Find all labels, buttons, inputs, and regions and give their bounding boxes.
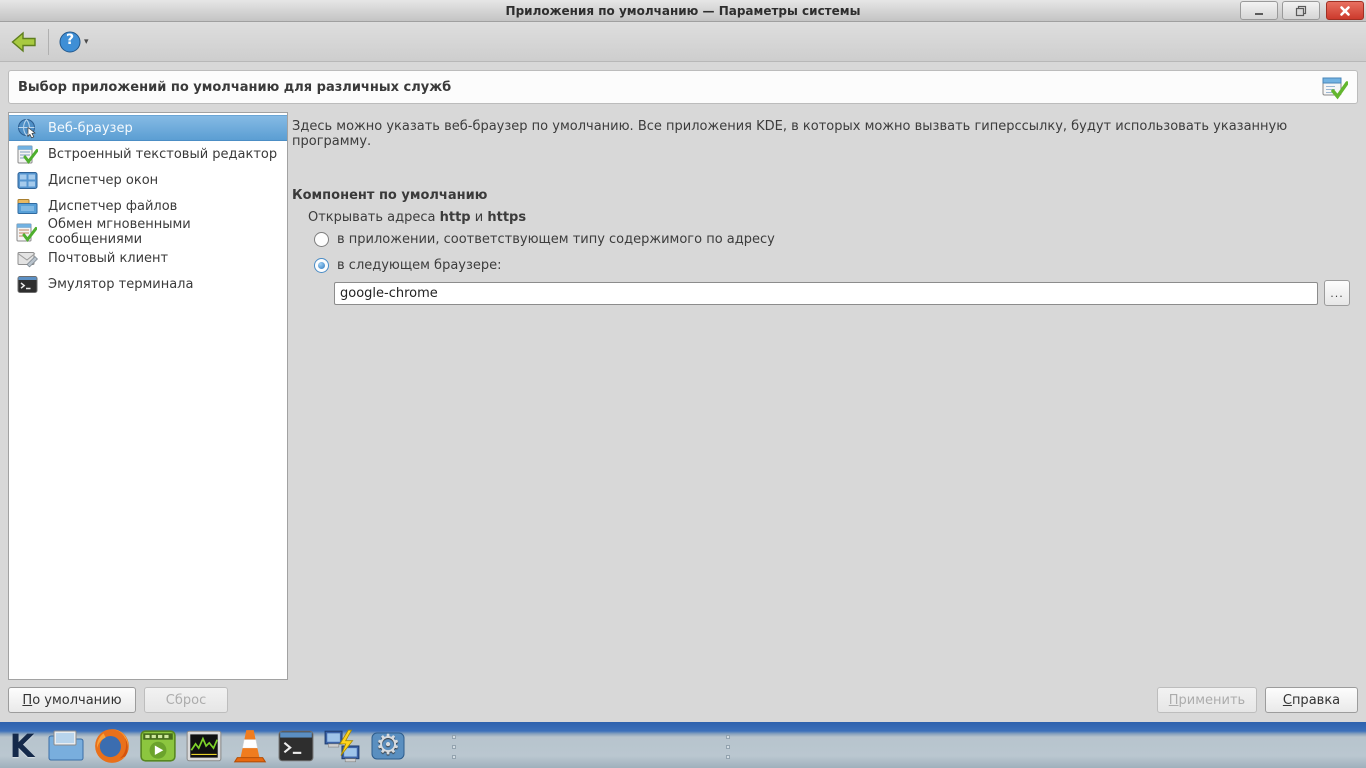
sidebar-item-label: Диспетчер файлов [48, 198, 178, 214]
desktop-screen: Приложения по умолчанию — Параметры сист… [0, 0, 1366, 768]
back-arrow-icon [11, 30, 36, 53]
defaults-mnemonic: П [22, 692, 33, 708]
sidebar-item-label: Эмулятор терминала [48, 276, 194, 292]
mail-client-envelope-icon [16, 247, 38, 269]
sidebar-item-instant-messenger[interactable]: Обмен мгновенными сообщениями [9, 217, 287, 247]
page-header: Выбор приложений по умолчанию для различ… [8, 70, 1358, 104]
section-title: Компонент по умолчанию [292, 188, 488, 203]
and-label: и [470, 210, 488, 225]
file-manager-icon [48, 730, 84, 761]
minimize-icon [1255, 12, 1263, 15]
reset-label: Сброс [165, 692, 207, 708]
sidebar-item-text-editor[interactable]: Встроенный текстовый редактор [9, 141, 287, 167]
defaults-button[interactable]: По умолчанию [8, 687, 136, 713]
gear-icon: ⚙ [375, 728, 401, 761]
help-mnemonic: С [1282, 692, 1292, 708]
https-label: https [487, 210, 527, 225]
module-description: Здесь можно указать веб-браузер по умолч… [292, 119, 1288, 149]
help-footer-button[interactable]: Справка [1265, 687, 1358, 713]
browse-button[interactable]: ... [1324, 280, 1350, 306]
toolbar: ? ▾ [0, 22, 1366, 62]
defaults-rest: о умолчанию [32, 692, 122, 708]
radio-option-mime[interactable]: в приложении, соответствующем типу содер… [314, 232, 775, 247]
file-manager-launcher[interactable] [44, 724, 88, 768]
terminal-launcher[interactable] [274, 724, 318, 768]
maximize-button[interactable] [1282, 1, 1320, 20]
radio-option-browser[interactable]: в следующем браузере: [314, 258, 502, 273]
page-title: Выбор приложений по умолчанию для различ… [18, 79, 452, 95]
terminal-icon [278, 730, 314, 762]
apply-rest: рименить [1178, 692, 1246, 708]
open-addresses-label: Открывать адреса http и https [308, 210, 526, 225]
radio-browser-label: в следующем браузере: [337, 258, 502, 273]
sidebar-item-file-manager[interactable]: Диспетчер файлов [9, 193, 287, 219]
sidebar-item-window-manager[interactable]: Диспетчер окон [9, 167, 287, 193]
remote-connection-launcher[interactable] [320, 724, 364, 768]
system-settings-launcher[interactable]: ⚙ [366, 724, 410, 768]
restore-icon [1295, 5, 1307, 16]
back-button[interactable] [8, 27, 40, 57]
vlc-cone-icon [233, 730, 267, 763]
instant-messenger-check-icon [16, 221, 38, 243]
close-button[interactable] [1326, 1, 1364, 20]
taskbar-panel: K ⚙ [0, 722, 1366, 768]
apply-button: Применить [1157, 687, 1257, 713]
chevron-down-icon: ▾ [84, 36, 89, 47]
terminal-emulator-icon [16, 273, 38, 295]
close-icon [1340, 5, 1350, 16]
toolbar-separator [48, 28, 49, 55]
sidebar-item-label: Веб-браузер [48, 120, 133, 136]
file-manager-folder-icon [16, 195, 38, 217]
window-titlebar[interactable]: Приложения по умолчанию — Параметры сист… [0, 0, 1366, 22]
open-prefix: Открывать адреса [308, 210, 440, 225]
web-browser-globe-icon [16, 117, 38, 139]
text-editor-check-icon [16, 143, 38, 165]
kde-menu-icon: K [9, 727, 35, 765]
minimize-button[interactable] [1240, 1, 1278, 20]
radio-mime-label: в приложении, соответствующем типу содер… [337, 232, 775, 247]
sidebar-item-label: Встроенный текстовый редактор [48, 146, 278, 162]
media-player-launcher[interactable] [136, 724, 180, 768]
help-rest: правка [1291, 692, 1341, 708]
default-applications-icon [1322, 77, 1348, 99]
help-icon: ? [59, 31, 81, 53]
panel-separator-left [452, 735, 456, 759]
vlc-launcher[interactable] [228, 724, 272, 768]
system-monitor-launcher[interactable] [182, 724, 226, 768]
sidebar-item-label: Почтовый клиент [48, 250, 169, 266]
firefox-launcher[interactable] [90, 724, 134, 768]
reset-button: Сброс [144, 687, 228, 713]
radio-checked-icon[interactable] [314, 258, 329, 273]
http-label: http [439, 210, 471, 225]
browser-command-input[interactable] [334, 282, 1318, 305]
panel-separator-right [726, 735, 730, 759]
sidebar-item-mail-client[interactable]: Почтовый клиент [9, 245, 287, 271]
kde-menu-button[interactable]: K [0, 724, 44, 768]
help-button[interactable]: ? ▾ [57, 29, 91, 55]
sidebar-item-terminal-emulator[interactable]: Эмулятор терминала [9, 271, 287, 297]
system-settings-icon: ⚙ [369, 727, 407, 765]
remote-connection-icon [324, 729, 360, 763]
apply-mnemonic: П [1168, 692, 1179, 708]
firefox-icon [95, 729, 129, 763]
settings-content: Здесь можно указать веб-браузер по умолч… [292, 112, 1366, 680]
radio-unchecked-icon[interactable] [314, 232, 329, 247]
media-player-icon [140, 730, 176, 762]
sidebar-item-web-browser[interactable]: Веб-браузер [9, 115, 287, 141]
help-glyph: ? [65, 31, 75, 48]
window-manager-grid-icon [16, 169, 38, 191]
sidebar-item-label: Диспетчер окон [48, 172, 159, 188]
sidebar-item-label: Обмен мгновенными сообщениями [47, 217, 191, 247]
system-monitor-icon [186, 730, 222, 762]
window-title: Приложения по умолчанию — Параметры сист… [505, 3, 861, 18]
services-list: Веб-браузер Встроенный текстовый редакто… [8, 112, 288, 680]
